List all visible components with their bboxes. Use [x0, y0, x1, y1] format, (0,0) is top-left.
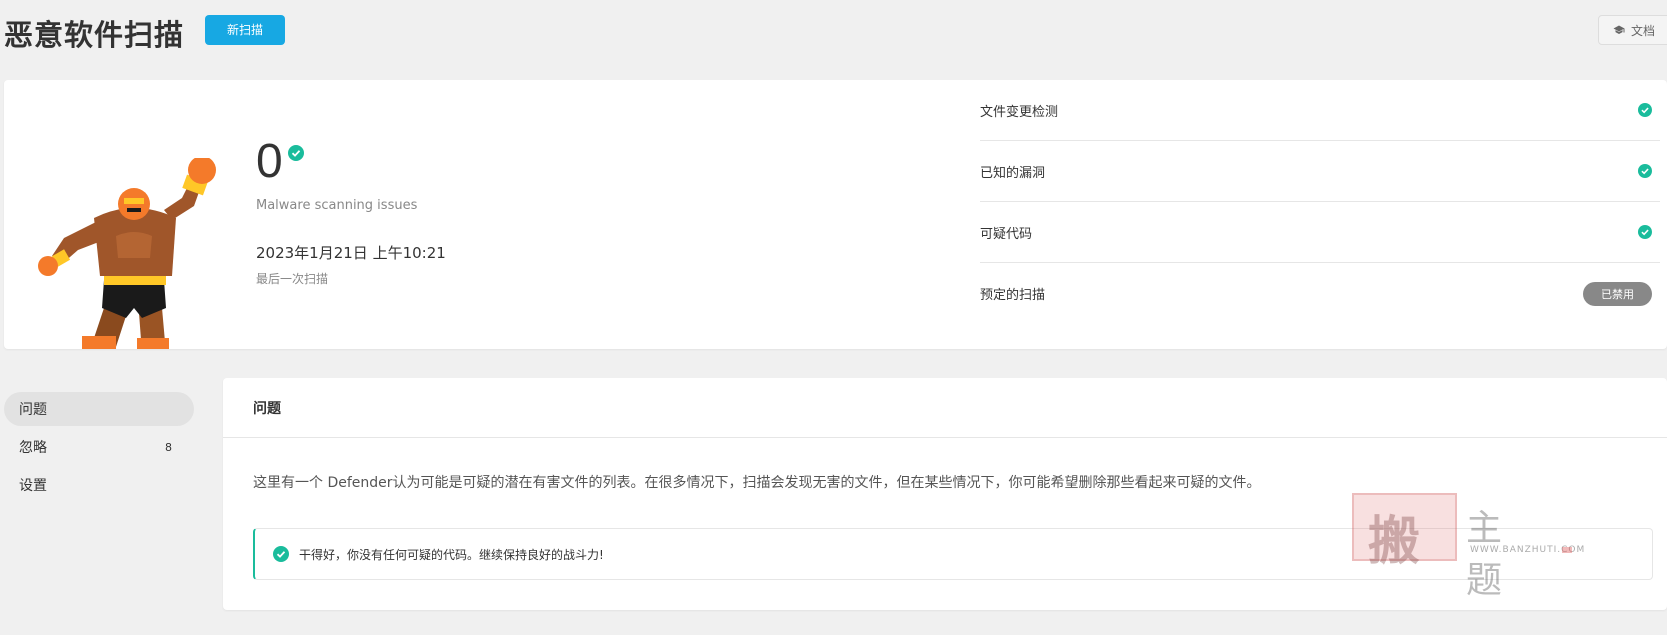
status-label: 已知的漏洞: [980, 165, 1046, 181]
panel-title: 问题: [223, 378, 1667, 438]
page: 恶意软件扫描 新扫描 文档 0 Malware scanning issues …: [0, 0, 1667, 635]
check-circle-icon: [273, 546, 289, 562]
watermark-seal: 搬: [1352, 493, 1457, 572]
last-scan-label: 最后一次扫描: [256, 272, 329, 286]
disabled-badge[interactable]: 已禁用: [1583, 281, 1652, 306]
sidebar-item-label: 设置: [19, 478, 47, 494]
status-row-scheduled-scan: 预定的扫描 已禁用: [980, 263, 1660, 324]
panel-description: 这里有一个 Defender认为可能是可疑的潜在有害文件的列表。在很多情况下，扫…: [253, 475, 1261, 491]
check-circle-icon: [1638, 164, 1652, 178]
summary-card: 0 Malware scanning issues 2023年1月21日 上午1…: [4, 80, 1667, 349]
docs-button[interactable]: 文档: [1598, 15, 1667, 45]
sidebar-item-issues[interactable]: 问题: [4, 392, 194, 426]
sidebar-item-ignored[interactable]: 忽略 8: [4, 430, 194, 464]
ignored-count-badge: 8: [159, 439, 178, 455]
watermark-seal-char: 搬: [1368, 511, 1421, 572]
status-label: 文件变更检测: [980, 104, 1059, 120]
sidebar-item-settings[interactable]: 设置: [4, 468, 194, 502]
page-title: 恶意软件扫描: [4, 18, 185, 52]
status-row-suspicious-code: 可疑代码: [980, 202, 1660, 263]
status-list: 文件变更检测 已知的漏洞 可疑代码 预定的扫描 已禁用: [980, 80, 1660, 324]
graduation-cap-icon: [1613, 25, 1625, 34]
docs-label: 文档: [1631, 23, 1656, 38]
defender-mascot-illustration: [38, 158, 216, 349]
check-circle-icon: [1638, 225, 1652, 239]
notice-text: 干得好，你没有任何可疑的代码。继续保持良好的战斗力!: [299, 547, 604, 562]
status-row-known-vulnerabilities: 已知的漏洞: [980, 141, 1660, 202]
sidebar-nav: 问题 忽略 8 设置: [4, 392, 194, 506]
check-circle-icon: [1638, 103, 1652, 117]
check-circle-icon: [288, 145, 304, 161]
issues-label: Malware scanning issues: [256, 198, 418, 213]
site-watermark: 搬 主题 WWW.BANZHUTI.COM: [1352, 493, 1584, 601]
status-label: 预定的扫描: [980, 288, 1046, 303]
last-scan-date: 2023年1月21日 上午10:21: [256, 244, 446, 262]
status-row-file-change: 文件变更检测: [980, 80, 1660, 141]
issues-count: 0: [256, 135, 283, 188]
sidebar-item-label: 忽略: [19, 440, 47, 456]
sidebar-item-label: 问题: [19, 402, 47, 418]
watermark-dot: [1562, 547, 1572, 553]
status-label: 可疑代码: [980, 226, 1033, 242]
new-scan-button[interactable]: 新扫描: [205, 15, 285, 45]
